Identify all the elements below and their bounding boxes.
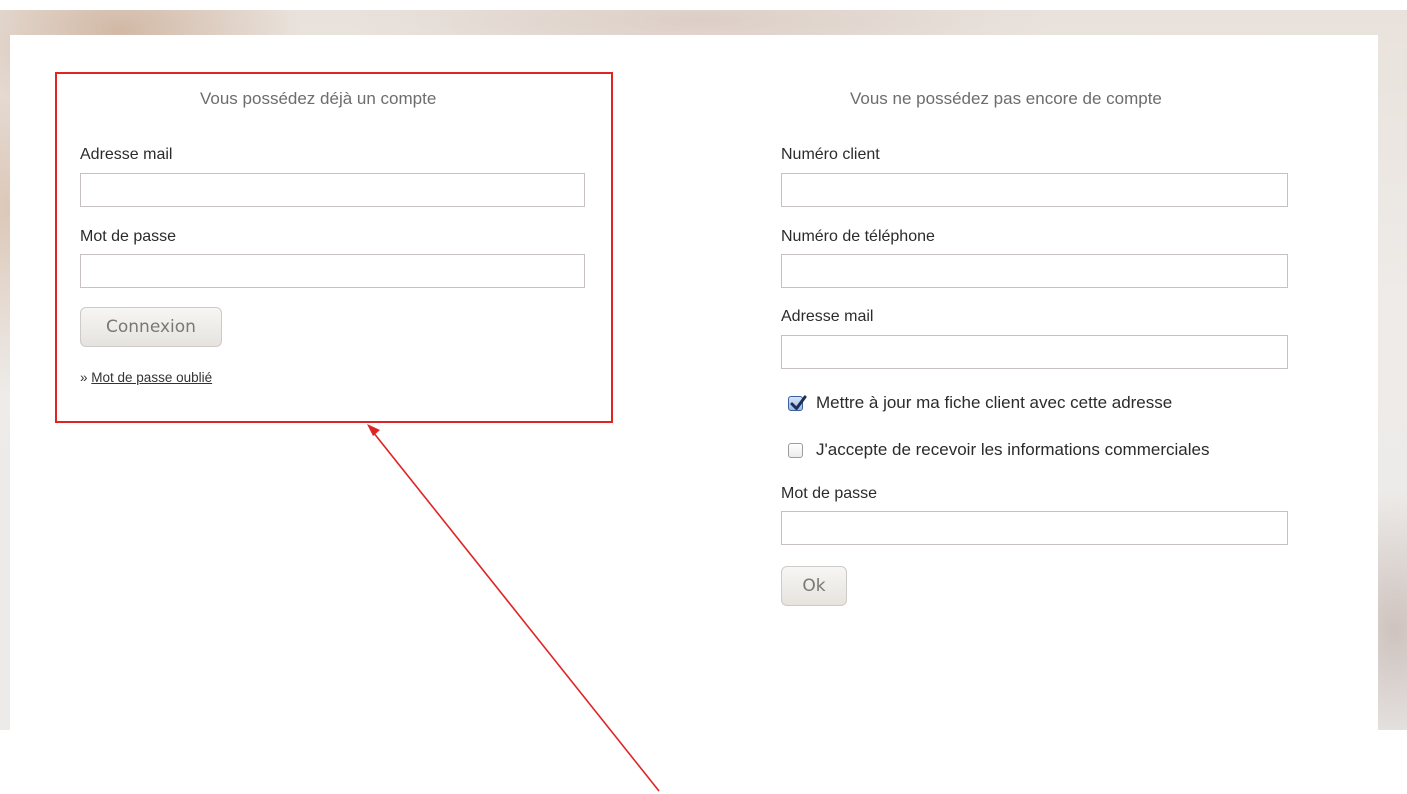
arrow-icon <box>367 424 660 792</box>
